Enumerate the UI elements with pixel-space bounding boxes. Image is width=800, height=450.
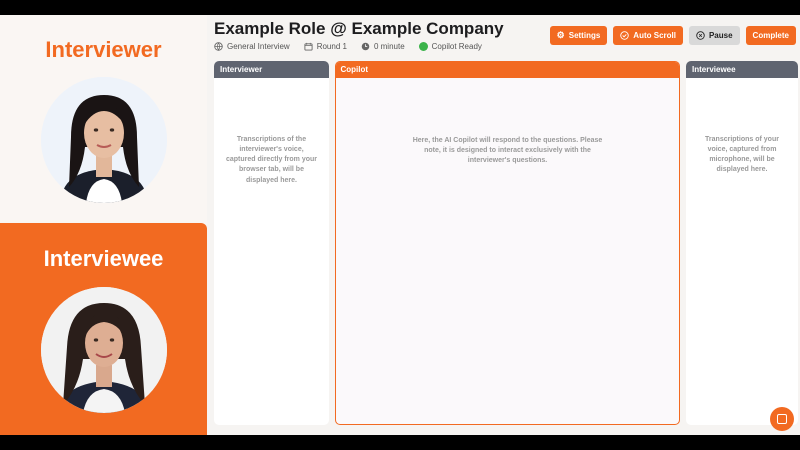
letterbox-bottom <box>0 435 800 450</box>
interviewer-panel-header: Interviewer <box>214 61 329 78</box>
meta-round: Round 1 <box>304 42 347 51</box>
calendar-icon <box>304 42 313 51</box>
complete-button[interactable]: Complete <box>745 26 796 45</box>
auto-scroll-button[interactable]: Auto Scroll <box>613 26 683 45</box>
interviewee-transcript-panel[interactable]: Interviewee Transcriptions of your voice… <box>686 61 798 425</box>
letterbox-top <box>0 0 800 15</box>
meta-interview-type-label: General Interview <box>227 42 290 51</box>
clock-icon <box>361 42 370 51</box>
meta-interview-type: General Interview <box>214 42 290 51</box>
interviewer-avatar <box>41 77 167 203</box>
chat-support-button[interactable] <box>770 407 794 431</box>
globe-icon <box>214 42 223 51</box>
auto-scroll-button-label: Auto Scroll <box>633 31 676 40</box>
interview-meta: General Interview Round 1 0 minute Copil… <box>214 42 482 51</box>
interviewer-placeholder: Transcriptions of the interviewer's voic… <box>225 136 318 184</box>
gear-icon: ⚙ <box>556 30 565 40</box>
meta-copilot-status-label: Copilot Ready <box>431 42 482 51</box>
meta-copilot-status: Copilot Ready <box>418 42 482 51</box>
copilot-placeholder: Here, the AI Copilot will respond to the… <box>412 136 603 164</box>
pause-circle-icon <box>696 31 705 40</box>
complete-button-label: Complete <box>752 31 789 40</box>
meta-duration-label: 0 minute <box>373 42 405 51</box>
pause-button-label: Pause <box>708 31 733 40</box>
interview-window: Interviewer Interviewee Example Role @ E… <box>0 15 800 435</box>
settings-button-label: Settings <box>568 31 601 40</box>
check-circle-icon <box>620 31 630 40</box>
status-dot-icon <box>418 42 428 51</box>
copilot-response-panel[interactable]: Copilot Here, the AI Copilot will respon… <box>335 61 680 425</box>
pause-button[interactable]: Pause <box>688 26 740 45</box>
meta-duration: 0 minute <box>361 42 405 51</box>
page-title: Example Role @ Example Company <box>214 19 504 38</box>
interviewee-avatar <box>41 287 167 413</box>
interviewer-transcript-panel[interactable]: Interviewer Transcriptions of the interv… <box>214 61 329 425</box>
interviewee-panel-header: Interviewee <box>686 61 798 78</box>
interviewee-placeholder: Transcriptions of your voice, captured f… <box>705 136 779 174</box>
interviewee-title: Interviewee <box>43 246 164 271</box>
toolbar: ⚙ Settings Auto Scroll Pause Complete <box>549 26 796 45</box>
meta-round-label: Round 1 <box>316 42 347 51</box>
copilot-panel-header: Copilot <box>336 62 679 78</box>
chat-icon <box>777 414 787 424</box>
interviewer-panel: Interviewer <box>0 15 207 222</box>
settings-button[interactable]: ⚙ Settings <box>549 26 608 45</box>
interviewer-title: Interviewer <box>45 37 162 62</box>
participants-sidebar: Interviewer Interviewee <box>0 15 207 435</box>
